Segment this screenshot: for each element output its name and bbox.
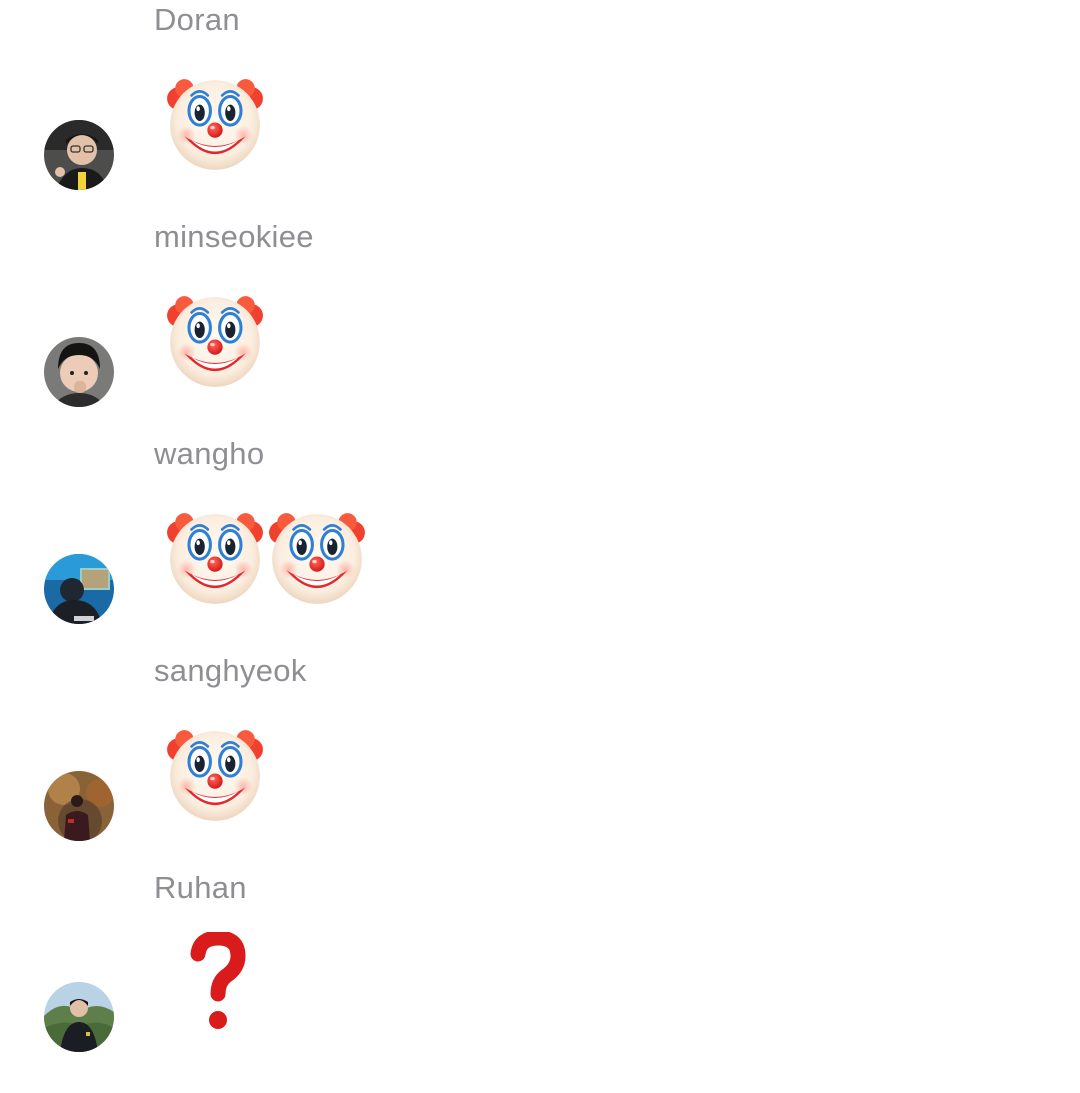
sender-name[interactable]: Doran [154,0,240,40]
message-content[interactable] [164,506,368,610]
message-content[interactable] [164,72,266,176]
avatar[interactable] [44,120,114,190]
sender-name[interactable]: minseokiee [154,217,314,257]
message-group: Ruhan [0,870,1080,1093]
avatar[interactable] [44,554,114,624]
sender-name[interactable]: Ruhan [154,868,247,908]
person-avatar-icon [44,771,114,841]
message-group: Doran [0,2,1080,225]
sender-name[interactable]: wangho [154,434,264,474]
sender-name[interactable]: sanghyeok [154,651,307,691]
message-content[interactable] [164,289,266,393]
person-avatar-icon [44,554,114,624]
message-content[interactable] [164,723,266,827]
person-avatar-icon [44,337,114,407]
clown-face-emoji-icon [164,506,266,608]
clown-face-emoji-icon [164,723,266,825]
avatar[interactable] [44,337,114,407]
person-avatar-icon [44,120,114,190]
clown-face-emoji-icon [164,289,266,391]
message-content[interactable] [178,932,258,1032]
person-avatar-icon [44,982,114,1052]
avatar[interactable] [44,771,114,841]
message-group: sanghyeok [0,653,1080,876]
message-group: wangho [0,436,1080,659]
question-mark-emoji-icon [178,932,258,1032]
message-group: minseokiee [0,219,1080,442]
clown-face-emoji-icon [164,72,266,174]
clown-face-emoji-icon [266,506,368,608]
avatar[interactable] [44,982,114,1052]
